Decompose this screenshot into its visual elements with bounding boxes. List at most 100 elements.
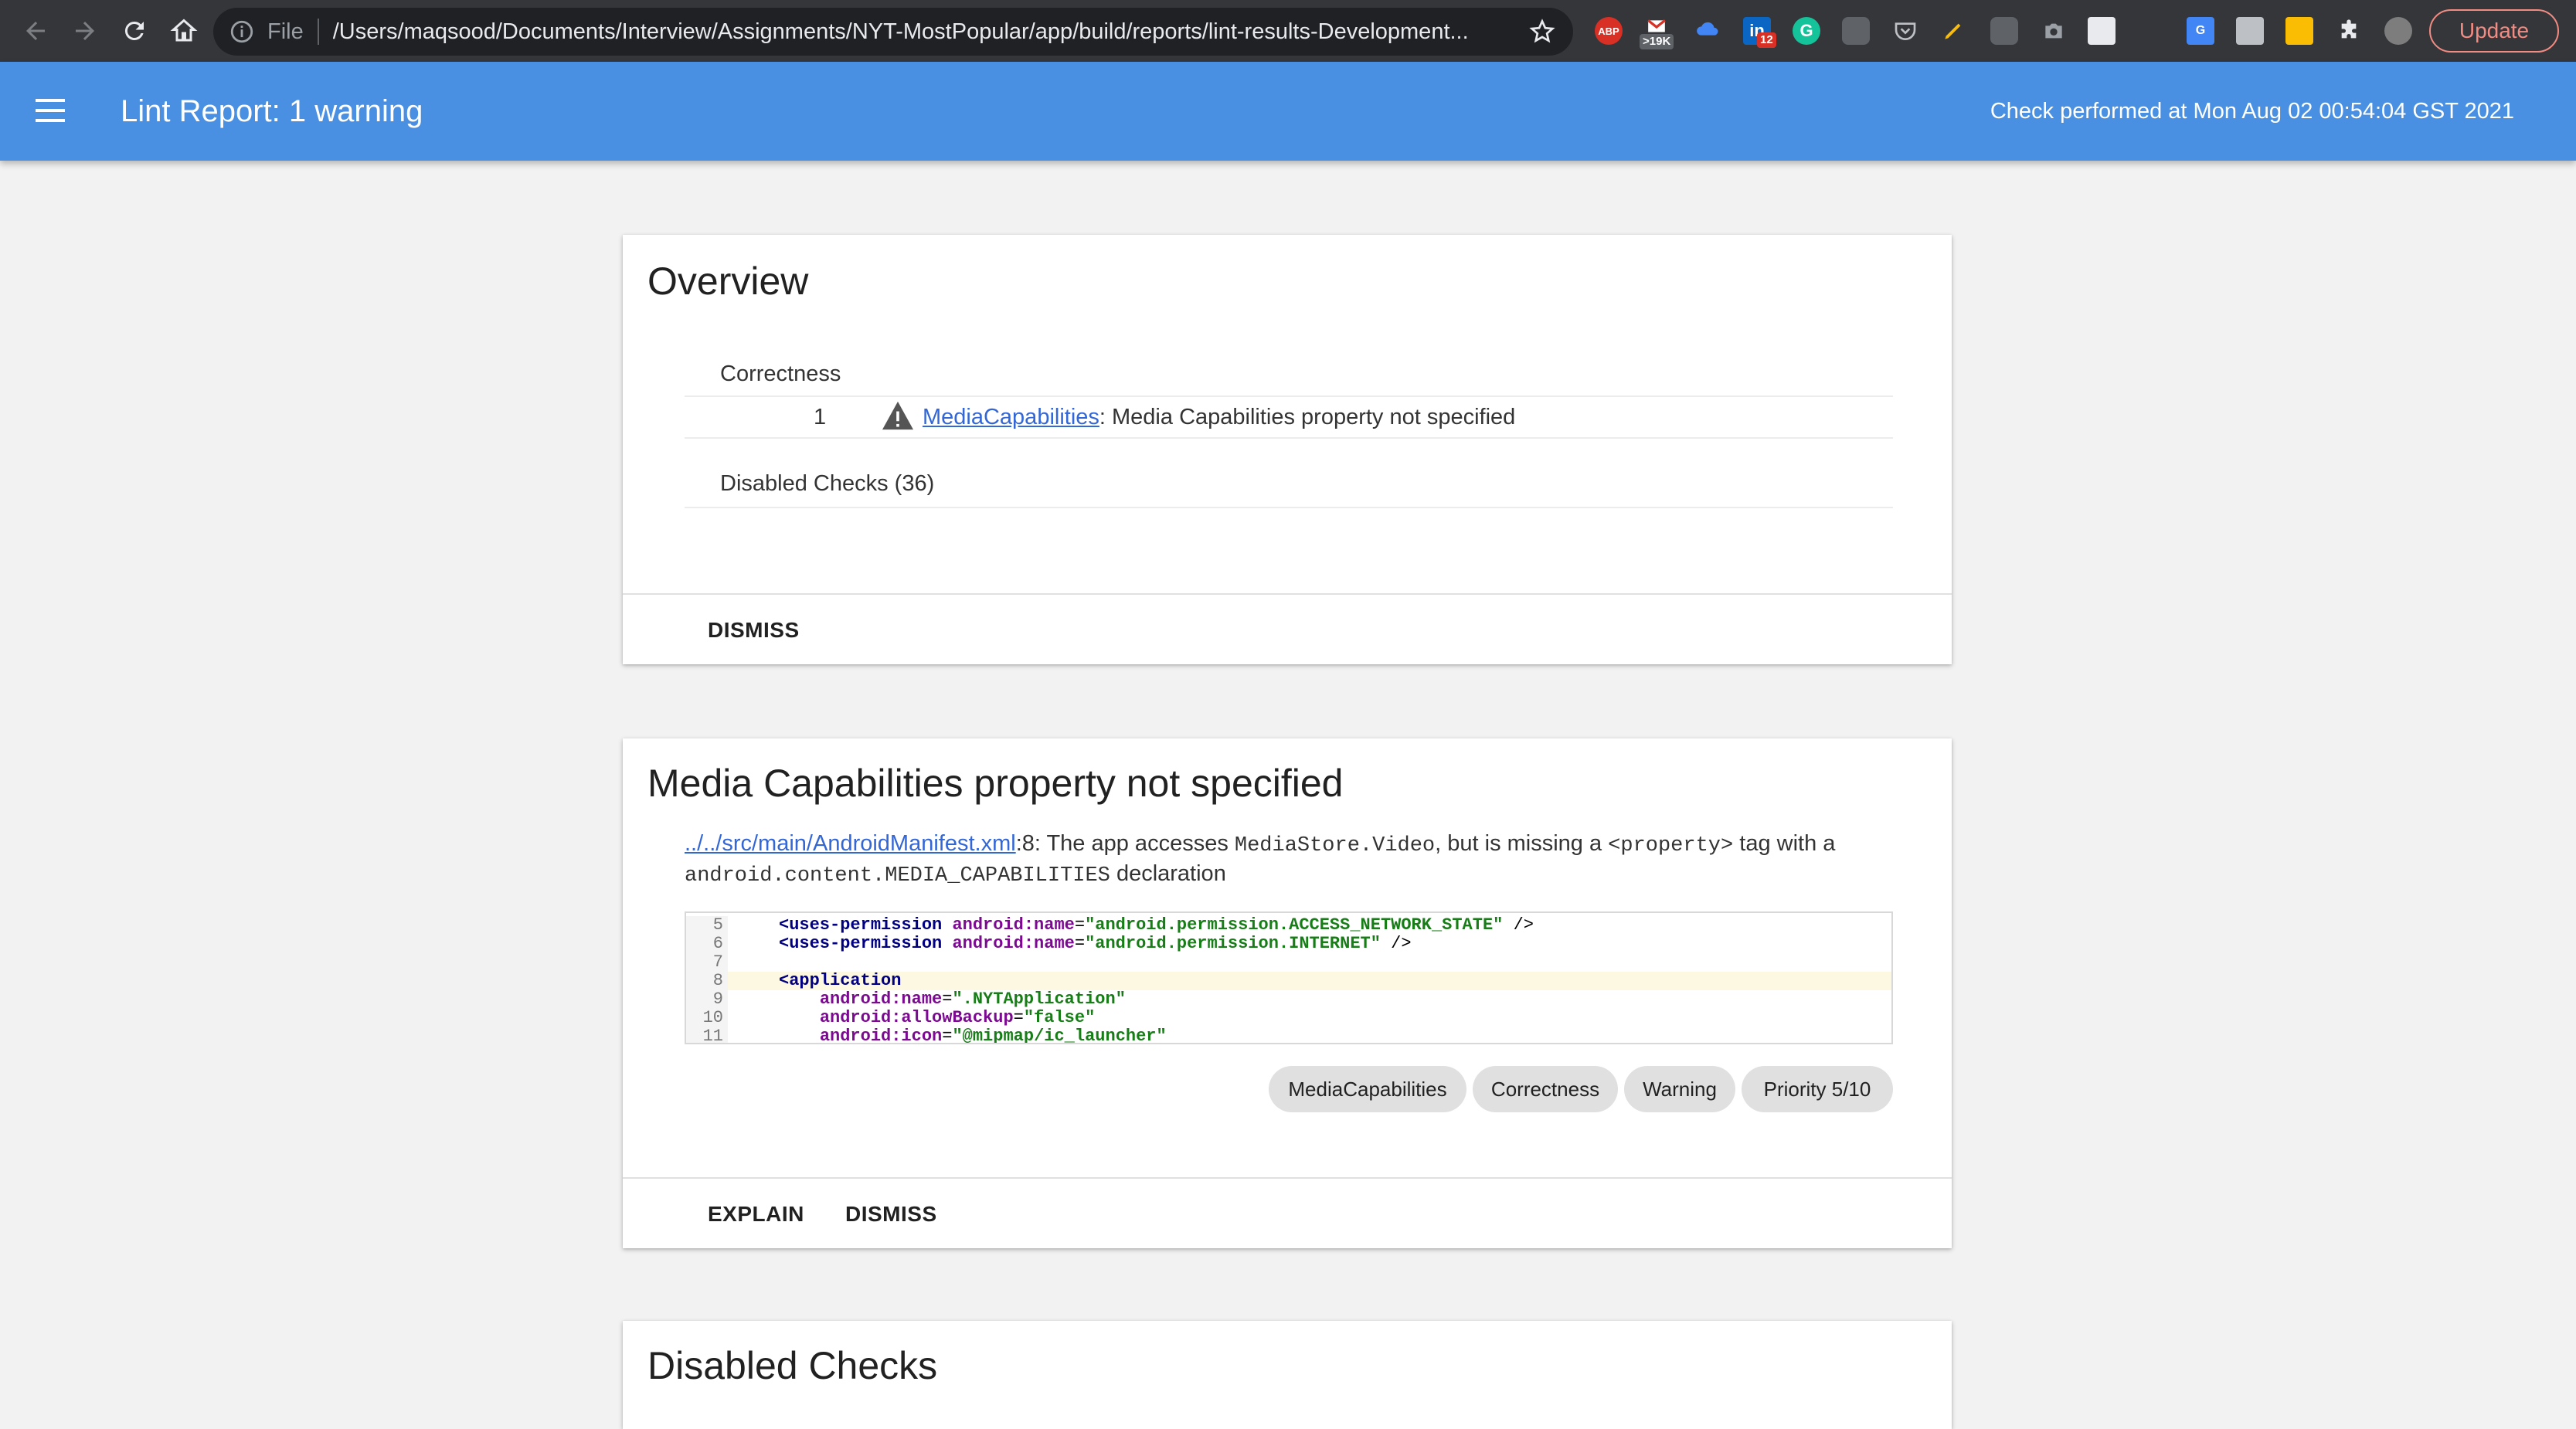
code-line: 7	[686, 953, 1891, 972]
issue-link[interactable]: MediaCapabilities	[923, 405, 1099, 429]
arrow-left-icon	[26, 22, 45, 40]
page-title: Lint Report: 1 warning	[121, 94, 423, 128]
disabled-checks-card: Disabled Checks	[623, 1321, 1952, 1429]
dismiss-issue-button[interactable]: DISMISS	[845, 1202, 937, 1227]
code-token-pre	[779, 989, 820, 1009]
code-token-post: />	[1503, 915, 1534, 935]
code-snippet: 5 <uses-permission android:name="android.…	[685, 911, 1893, 1044]
code-token-attr: android:name	[952, 934, 1075, 953]
code-line: 6 <uses-permission android:name="android.…	[686, 935, 1891, 953]
pocket-extension-icon[interactable]	[1891, 17, 1919, 45]
category-row: Correctness	[685, 355, 1893, 397]
extension-icon-grey[interactable]	[2236, 17, 2264, 45]
linkedin-extension-icon[interactable]: in 12	[1743, 17, 1776, 48]
info-icon[interactable]	[229, 19, 255, 45]
overview-title: Overview	[647, 260, 809, 303]
disabled-checks-row[interactable]: Disabled Checks (36)	[685, 437, 1893, 508]
desc-text-2: , but is missing a	[1435, 831, 1609, 856]
extension-icon-dark[interactable]	[1990, 17, 2018, 45]
overview-actions: DISMISS	[623, 593, 1952, 664]
adblock-extension-icon[interactable]: ABP	[1595, 17, 1623, 45]
code-text: <uses-permission android:name="android.p…	[779, 916, 1534, 935]
code-token-eq: =	[942, 1027, 953, 1044]
check-timestamp: Check performed at Mon Aug 02 00:54:04 G…	[1990, 99, 2514, 124]
gmail-extension-icon[interactable]: >19K	[1640, 17, 1674, 49]
code-token-eq: =	[1074, 915, 1086, 935]
desc-code-3: android.content.MEDIA_CAPABILITIES	[685, 864, 1110, 888]
screenshot-extension-icon[interactable]	[1842, 17, 1870, 45]
address-bar[interactable]: File /Users/maqsood/Documents/Interview/…	[213, 8, 1573, 56]
camera-icon	[2045, 23, 2062, 39]
cloud-icon	[1697, 22, 1718, 36]
code-token-eq: =	[1074, 934, 1086, 953]
code-token-val: "false"	[1023, 1008, 1096, 1027]
manifest-file-link[interactable]: ../../src/main/AndroidManifest.xml	[685, 831, 1016, 856]
reload-icon	[124, 21, 144, 40]
line-number: 7	[686, 953, 728, 972]
issue-count: 1	[814, 405, 827, 429]
explain-button[interactable]: EXPLAIN	[708, 1202, 804, 1227]
highlighter-icon	[1945, 23, 1961, 39]
back-button[interactable]	[12, 8, 59, 54]
line-number: 9	[686, 990, 728, 1009]
camera-extension-icon[interactable]	[2040, 17, 2068, 45]
code-token-val: "android.permission.ACCESS_NETWORK_STATE…	[1085, 915, 1504, 935]
line-number: 11	[686, 1027, 728, 1043]
browser-toolbar: File /Users/maqsood/Documents/Interview/…	[0, 0, 2576, 62]
code-token-val: ".NYTApplication"	[952, 989, 1126, 1009]
code-text: android:icon="@mipmap/ic_launcher"	[779, 1027, 1167, 1044]
code-token-val: "@mipmap/ic_launcher"	[952, 1027, 1167, 1044]
bookmark-star-icon[interactable]	[1528, 18, 1556, 46]
translate-extension-icon[interactable]: G	[2187, 17, 2214, 45]
chip-severity: Warning	[1624, 1066, 1735, 1112]
url-text[interactable]: /Users/maqsood/Documents/Interview/Assig…	[333, 19, 1523, 45]
url-scheme-label: File	[267, 19, 304, 44]
reload-button[interactable]	[111, 8, 158, 54]
code-line: 5 <uses-permission android:name="android.…	[686, 916, 1891, 935]
cloud-extension-icon[interactable]	[1694, 17, 1721, 45]
notes-extension-icon[interactable]	[2088, 17, 2116, 45]
code-token-attr: android:allowBackup	[819, 1008, 1014, 1027]
highlighter-extension-icon[interactable]	[1939, 17, 1967, 45]
disabled-checks-link[interactable]: Disabled Checks (36)	[720, 471, 934, 497]
disabled-checks-title: Disabled Checks	[647, 1344, 938, 1387]
line-number: 5	[686, 916, 728, 935]
issue-title: Media Capabilities property not specifie…	[647, 762, 1344, 805]
adblock-label: ABP	[1598, 25, 1619, 37]
keep-extension-icon[interactable]	[2285, 17, 2313, 45]
desc-text-3: tag with a	[1733, 831, 1836, 856]
issue-actions: EXPLAIN DISMISS	[623, 1177, 1952, 1248]
home-icon	[170, 19, 198, 42]
gmail-badge: >19K	[1640, 34, 1674, 49]
issue-summary-text: : Media Capabilities property not specif…	[1099, 405, 1516, 429]
issue-description: ../../src/main/AndroidManifest.xml:8: Th…	[685, 830, 1921, 890]
arrow-right-icon	[76, 22, 94, 40]
code-token-pre: <application	[779, 971, 902, 990]
category-label: Correctness	[720, 361, 841, 386]
issue-card: Media Capabilities property not specifie…	[623, 738, 1952, 1248]
dismiss-button[interactable]: DISMISS	[708, 618, 800, 643]
warning-icon	[882, 401, 913, 430]
issue-row[interactable]: 1 MediaCapabilities: Media Capabilities …	[685, 395, 1893, 439]
hamburger-menu-icon[interactable]	[36, 99, 65, 122]
issue-summary: MediaCapabilities: Media Capabilities pr…	[923, 405, 1515, 430]
pocket-icon	[1895, 22, 1916, 40]
home-button[interactable]	[161, 8, 207, 54]
grammarly-extension-icon[interactable]: G	[1793, 17, 1820, 45]
update-button[interactable]: Update	[2429, 9, 2559, 53]
code-token-pre: <uses-permission	[779, 934, 953, 953]
code-token-eq: =	[942, 989, 953, 1009]
line-number: 8	[686, 972, 728, 990]
line-number: 10	[686, 1009, 728, 1027]
extensions-puzzle-icon[interactable]	[2335, 17, 2363, 45]
app-header: Lint Report: 1 warning Check performed a…	[0, 62, 2576, 161]
desc-text-4: declaration	[1110, 861, 1226, 886]
code-token-pre	[779, 1008, 820, 1027]
code-token-attr: android:icon	[819, 1027, 943, 1044]
chip-priority: Priority 5/10	[1742, 1066, 1893, 1112]
profile-avatar[interactable]	[2384, 17, 2412, 45]
update-label: Update	[2459, 19, 2530, 42]
forward-button[interactable]	[62, 8, 108, 54]
line-number: 6	[686, 935, 728, 953]
code-token-attr: android:name	[819, 989, 943, 1009]
